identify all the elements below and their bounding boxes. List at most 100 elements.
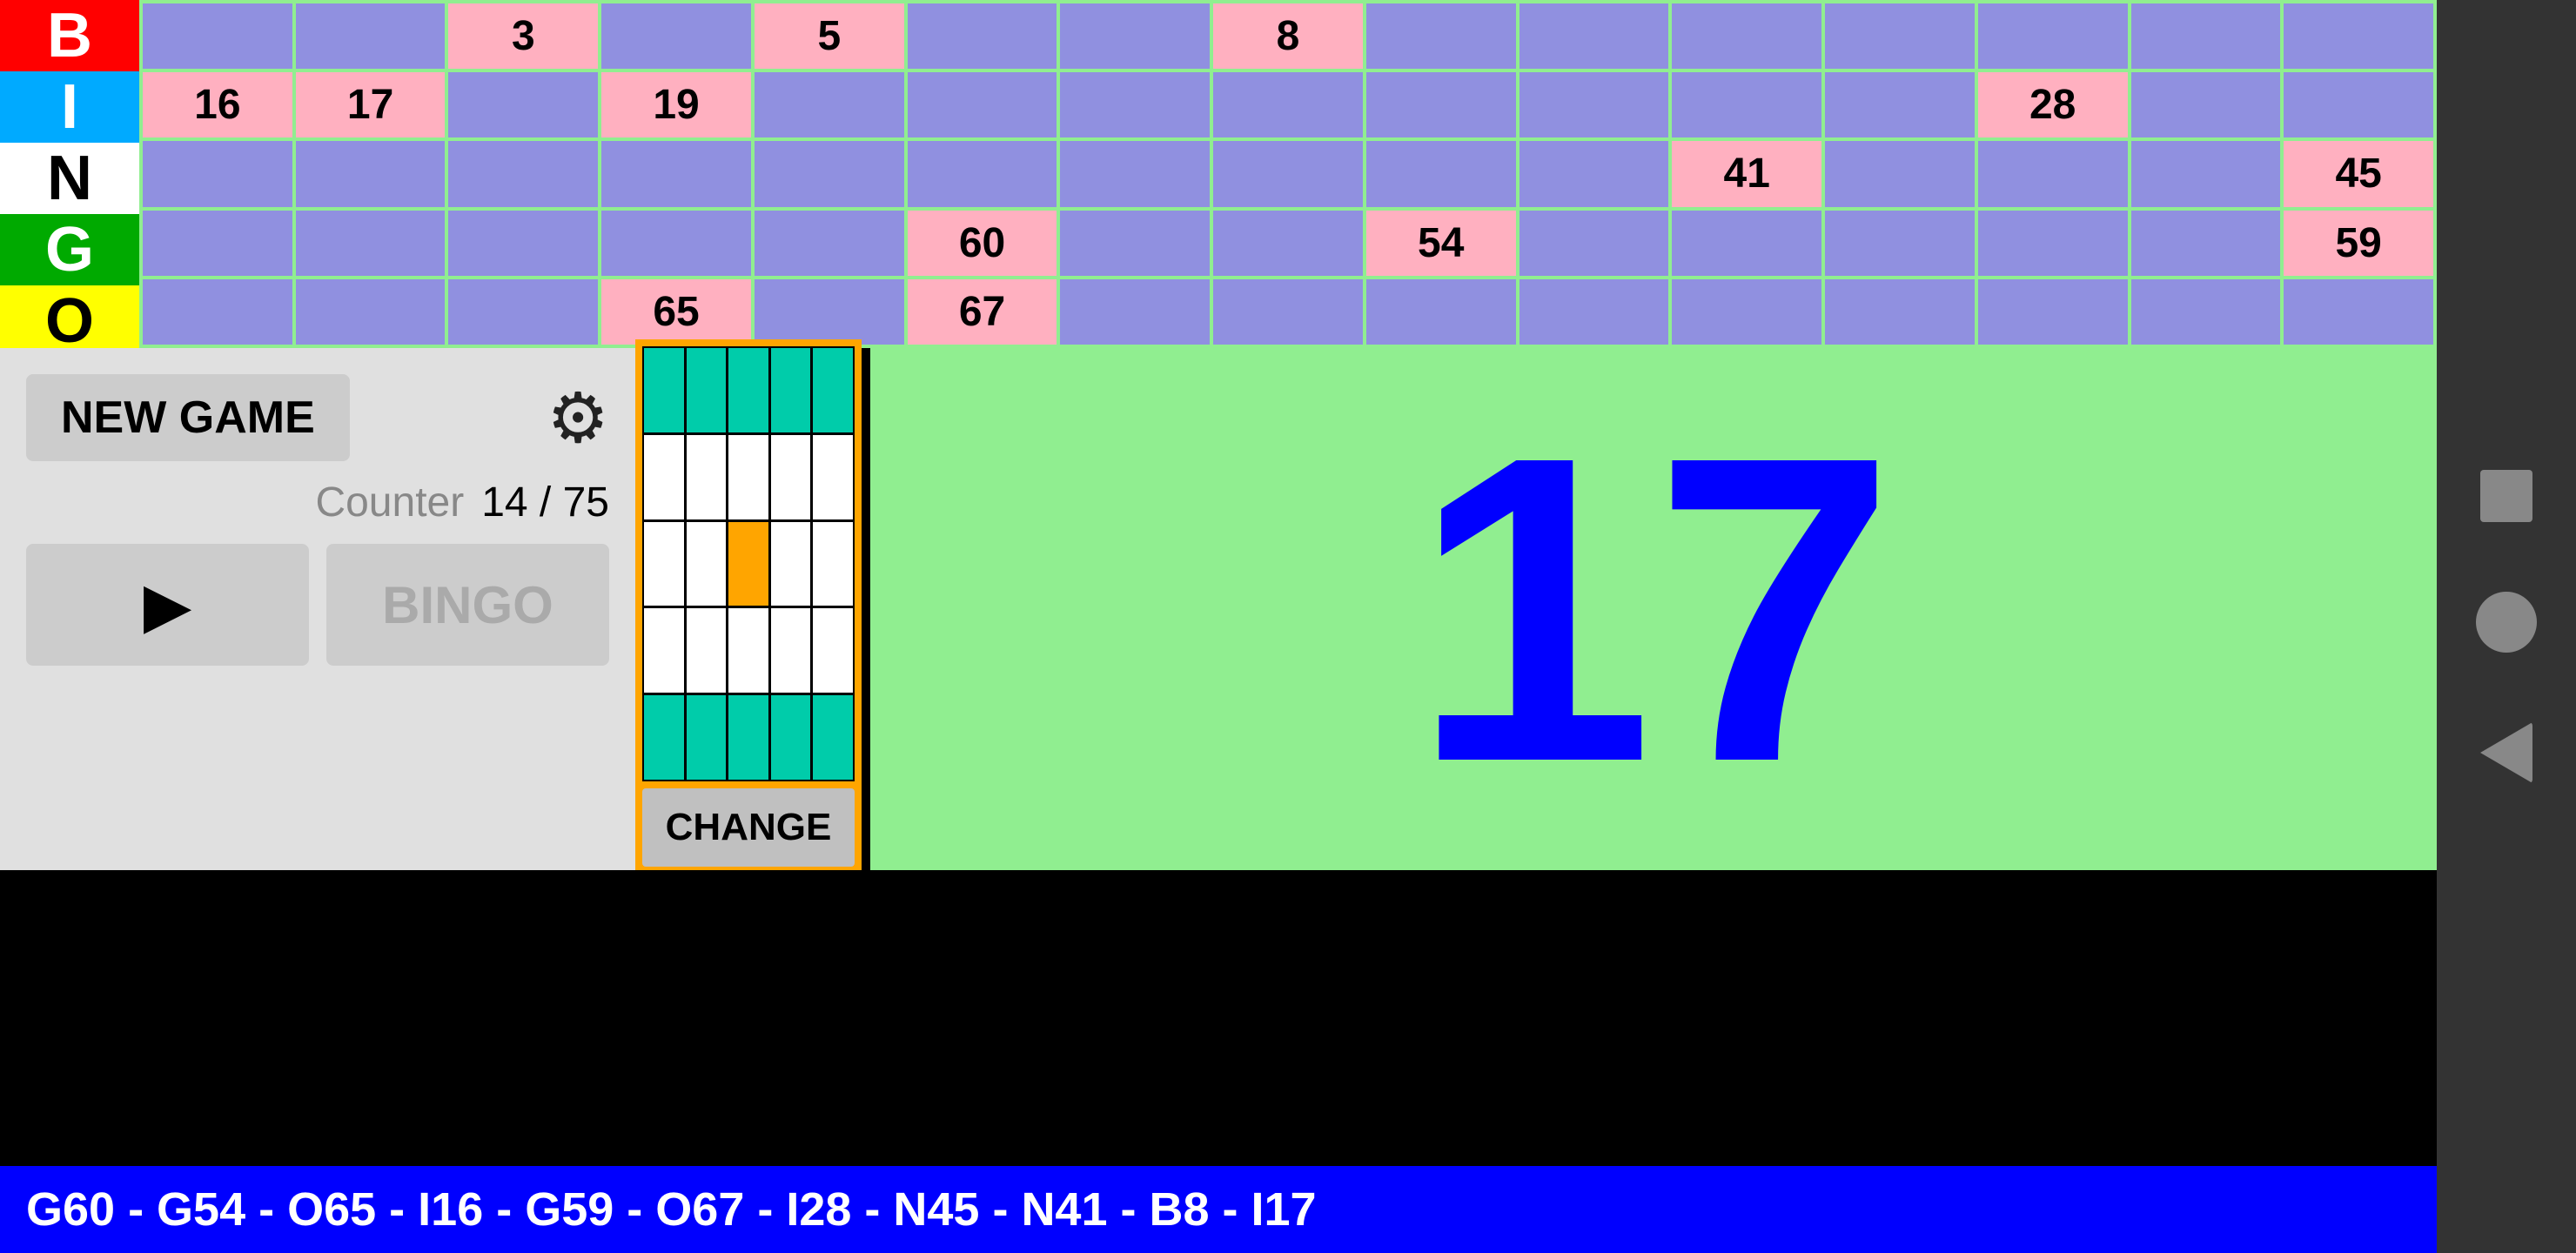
counter-value: 14 / 75 <box>481 479 609 526</box>
grid-cell <box>448 279 598 345</box>
grid-cell <box>1978 3 2128 69</box>
mini-card-cell <box>644 695 684 780</box>
grid-cell <box>2131 72 2281 137</box>
letter-b: B <box>0 0 139 71</box>
grid-cell <box>2284 3 2433 69</box>
grid-cell <box>296 211 446 276</box>
mini-card-cell <box>813 348 853 432</box>
grid-cell <box>1060 279 1210 345</box>
grid-cell <box>908 72 1057 137</box>
letter-i: I <box>0 71 139 143</box>
grid-cell <box>448 72 598 137</box>
mini-card-area: CHANGE <box>635 339 862 870</box>
grid-cell: 28 <box>1978 72 2128 137</box>
play-icon: ▶ <box>144 568 191 641</box>
mini-card-cell <box>813 695 853 780</box>
mini-card-cell <box>687 608 727 693</box>
grid-cell <box>143 211 292 276</box>
grid-cell <box>1825 141 1975 206</box>
mini-card-cell <box>644 608 684 693</box>
grid-cell <box>1519 211 1669 276</box>
grid-cell <box>1213 211 1363 276</box>
letter-g: G <box>0 214 139 285</box>
mini-card-cell <box>728 435 768 519</box>
grid-cell <box>601 141 751 206</box>
grid-cell <box>1213 141 1363 206</box>
large-number-area: 17 <box>870 348 2437 870</box>
settings-icon[interactable]: ⚙ <box>547 378 609 459</box>
mini-card-cell <box>728 348 768 432</box>
mini-card-cell <box>644 435 684 519</box>
grid-cell <box>755 211 904 276</box>
grid-cell <box>1060 141 1210 206</box>
game-container: B I N G O 3581617192841456054596567 NEW … <box>0 0 2576 1253</box>
grid-cell <box>1672 3 1821 69</box>
grid-cell <box>448 141 598 206</box>
mini-card-cell <box>771 608 811 693</box>
grid-cell <box>296 3 446 69</box>
grid-cell: 16 <box>143 72 292 137</box>
grid-cell <box>1366 279 1516 345</box>
grid-cell <box>1672 279 1821 345</box>
grid-cell <box>1366 72 1516 137</box>
grid-cell <box>2284 279 2433 345</box>
grid-cell <box>1519 72 1669 137</box>
grid-cell <box>2131 3 2281 69</box>
grid-cell: 3 <box>448 3 598 69</box>
grid-cell: 8 <box>1213 3 1363 69</box>
ticker-text: G60 - G54 - O65 - I16 - G59 - O67 - I28 … <box>26 1183 1317 1236</box>
grid-cell <box>1213 72 1363 137</box>
bingo-button[interactable]: BINGO <box>326 544 609 666</box>
play-button[interactable]: ▶ <box>26 544 309 666</box>
grid-cell: 17 <box>296 72 446 137</box>
nav-square-button[interactable] <box>2480 470 2532 522</box>
grid-cell <box>2131 211 2281 276</box>
letter-headers: B I N G O <box>0 0 139 348</box>
grid-cell <box>296 141 446 206</box>
grid-cell <box>1519 3 1669 69</box>
change-button[interactable]: CHANGE <box>642 788 855 867</box>
grid-cell <box>448 211 598 276</box>
top-controls: NEW GAME ⚙ <box>26 374 609 461</box>
grid-cell <box>1978 211 2128 276</box>
grid-cell <box>1978 279 2128 345</box>
mini-card-cell <box>813 435 853 519</box>
bottom-controls: ▶ BINGO <box>26 544 609 666</box>
nav-back-button[interactable] <box>2480 722 2532 783</box>
grid-cell: 65 <box>601 279 751 345</box>
grid-cell <box>1519 279 1669 345</box>
grid-cell <box>143 279 292 345</box>
new-game-button[interactable]: NEW GAME <box>26 374 350 461</box>
mini-card-cell <box>771 435 811 519</box>
mini-card-cell <box>644 348 684 432</box>
mini-card-cell <box>644 522 684 606</box>
grid-cell <box>755 141 904 206</box>
letter-n: N <box>0 143 139 214</box>
grid-cell <box>296 279 446 345</box>
mini-card-grid <box>642 346 855 781</box>
grid-cell <box>2284 72 2433 137</box>
grid-cell <box>2131 279 2281 345</box>
grid-cell <box>1825 211 1975 276</box>
large-number: 17 <box>1412 392 1895 827</box>
mini-card-cell <box>728 522 768 606</box>
control-area: NEW GAME ⚙ Counter 14 / 75 ▶ BINGO <box>0 348 635 870</box>
mini-card-cell <box>728 608 768 693</box>
mini-card-cell <box>813 522 853 606</box>
mini-card-cell <box>687 348 727 432</box>
grid-cell: 5 <box>755 3 904 69</box>
mini-card-cell <box>687 435 727 519</box>
grid-cell <box>1978 141 2128 206</box>
grid-cell <box>755 279 904 345</box>
mini-card-cell <box>771 695 811 780</box>
grid-cell: 60 <box>908 211 1057 276</box>
grid-cell <box>1825 3 1975 69</box>
nav-circle-button[interactable] <box>2476 592 2537 653</box>
mini-card-cell <box>813 608 853 693</box>
grid-cell <box>1825 279 1975 345</box>
grid-cell: 41 <box>1672 141 1821 206</box>
grid-cell <box>1672 72 1821 137</box>
grid-cell <box>601 211 751 276</box>
grid-cell <box>1060 72 1210 137</box>
grid-cell <box>1366 3 1516 69</box>
